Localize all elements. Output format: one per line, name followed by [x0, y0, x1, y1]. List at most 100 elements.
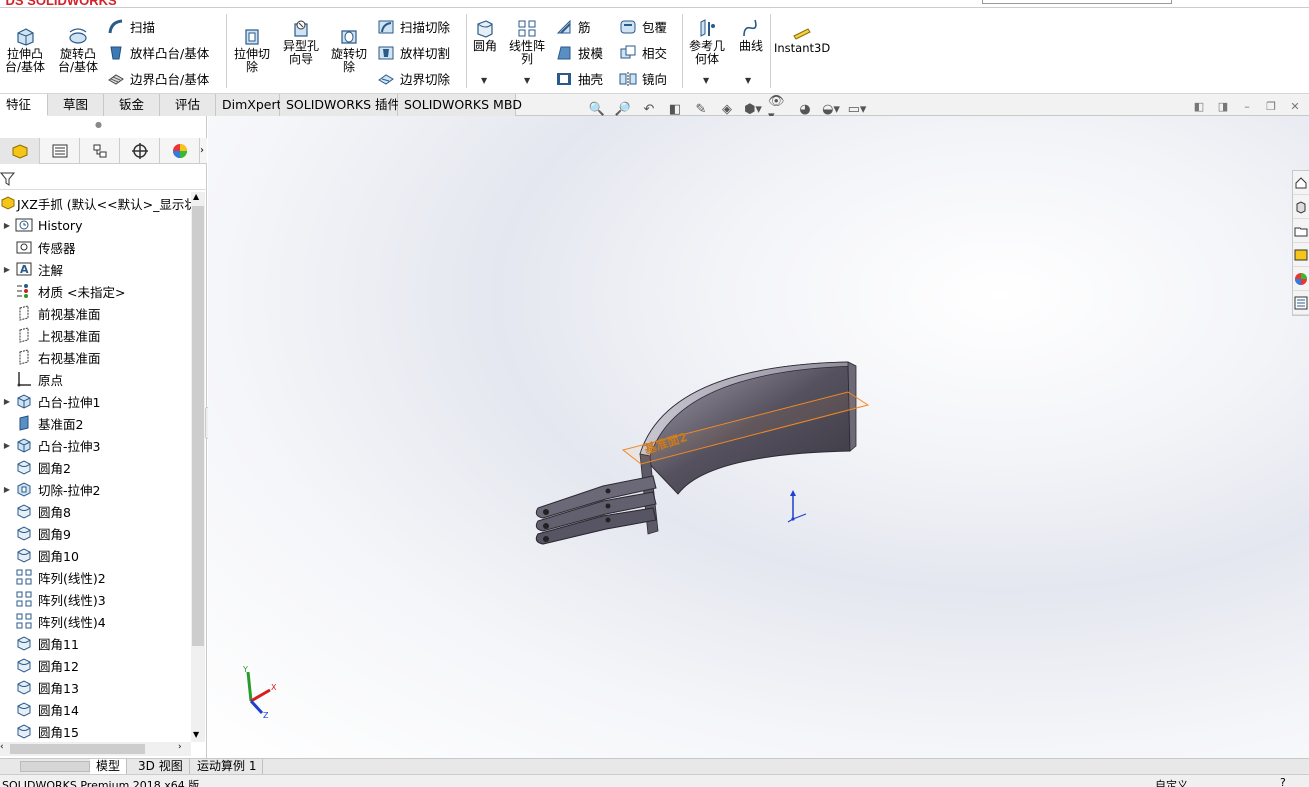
instant3d-button[interactable]: Instant3D [774, 26, 830, 55]
graphics-area[interactable]: 基准面2 Y X Z [208, 116, 1309, 758]
tab-dimxpert[interactable]: DimXpert [216, 94, 282, 116]
tree-item[interactable]: ▶ 凸台-拉伸3 [0, 434, 191, 456]
tab-scroll-buttons[interactable] [20, 761, 90, 772]
gripper-finger-part[interactable] [535, 361, 857, 545]
scroll-left-icon[interactable]: ‹ [0, 742, 4, 752]
tree-item[interactable]: 原点 [0, 368, 191, 390]
tile-left-icon[interactable]: ◧ [1191, 100, 1207, 116]
tree-item[interactable]: 圆角9 [0, 522, 191, 544]
expand-arrow-icon[interactable]: ▶ [0, 265, 14, 274]
expand-arrow-icon[interactable]: ▶ [0, 221, 14, 230]
expand-arrow-icon[interactable]: ▶ [0, 397, 14, 406]
expand-arrow-icon[interactable]: ▶ [0, 441, 14, 450]
scroll-down-icon[interactable]: ▼ [193, 730, 199, 739]
filter-icon[interactable] [0, 171, 16, 187]
scroll-thumb[interactable] [192, 206, 204, 646]
tab-evaluate[interactable]: 评估 [160, 94, 216, 116]
hole-wizard-button[interactable]: 异型孔 向导 [278, 18, 324, 66]
tree-item[interactable]: 圆角2 [0, 456, 191, 478]
tab-solidworks-mbd[interactable]: SOLIDWORKS MBD [398, 94, 522, 116]
swept-cut-button[interactable]: 扫描切除 [377, 17, 450, 36]
tab-sketch[interactable]: 草图 [48, 94, 104, 116]
configuration-manager-tab-icon[interactable] [80, 138, 120, 164]
tree-item[interactable]: 圆角8 [0, 500, 191, 522]
tree-item[interactable]: 圆角15 [0, 720, 191, 742]
tree-horizontal-scrollbar[interactable]: ‹ › [0, 742, 191, 756]
tree-item[interactable]: 阵列(线性)4 [0, 610, 191, 632]
revolve-cut-button[interactable]: 旋转切 除 [328, 26, 370, 74]
loft-boss-button[interactable]: 放样凸台/基体 [107, 43, 209, 62]
hscroll-thumb[interactable] [10, 744, 145, 754]
close-icon[interactable]: ✕ [1287, 100, 1303, 116]
status-units-dropdown[interactable]: 自定义 [1155, 777, 1188, 787]
tree-item[interactable]: 阵列(线性)3 [0, 588, 191, 610]
panel-grip[interactable]: ● [95, 120, 102, 129]
boundary-boss-button[interactable]: 边界凸台/基体 [107, 69, 209, 88]
tab-3d-view[interactable]: 3D 视图 [132, 759, 190, 775]
design-library-icon[interactable] [1293, 195, 1309, 219]
tree-item[interactable]: 上视基准面 [0, 324, 191, 346]
tree-item[interactable]: 圆角14 [0, 698, 191, 720]
pattern-dropdown[interactable]: ▼ [524, 76, 530, 85]
tree-item[interactable]: ▶ A 注解 [0, 258, 191, 280]
fillet-icon [14, 678, 34, 696]
curves-button[interactable]: 曲线 [734, 18, 768, 53]
shell-button[interactable]: 抽壳 [555, 69, 603, 88]
tile-right-icon[interactable]: ◨ [1215, 100, 1231, 116]
tree-vertical-scrollbar[interactable]: ▲ ▼ [191, 192, 205, 742]
tab-sheet-metal[interactable]: 钣金 [104, 94, 160, 116]
ref-geometry-dropdown[interactable]: ▼ [703, 76, 709, 85]
expand-arrow-icon[interactable]: ▶ [0, 485, 14, 494]
tree-item[interactable]: 传感器 [0, 236, 191, 258]
help-icon[interactable]: ? [1280, 776, 1286, 787]
property-manager-tab-icon[interactable] [40, 138, 80, 164]
tree-item[interactable]: 阵列(线性)2 [0, 566, 191, 588]
tab-features[interactable]: 特征 [0, 94, 48, 116]
extrude-boss-button[interactable]: 拉伸凸 台/基体 [3, 26, 47, 74]
linear-pattern-button[interactable]: 线性阵 列 [506, 18, 548, 66]
tree-item[interactable]: 基准面2 [0, 412, 191, 434]
scroll-right-icon[interactable]: › [178, 742, 182, 752]
wrap-button[interactable]: 包覆 [619, 17, 667, 36]
tree-item[interactable]: 圆角10 [0, 544, 191, 566]
solidworks-resources-icon[interactable] [1293, 171, 1309, 195]
fillet-dropdown[interactable]: ▼ [481, 76, 487, 85]
ribbon-separator [466, 14, 467, 88]
extrude-cut-button[interactable]: 拉伸切 除 [230, 26, 274, 74]
tree-item[interactable]: ▶ 切除-拉伸2 [0, 478, 191, 500]
tree-item[interactable]: 圆角13 [0, 676, 191, 698]
rib-button[interactable]: 筋 [555, 17, 591, 36]
tree-item[interactable]: ▶ History [0, 214, 191, 236]
tab-motion-study-1[interactable]: 运动算例 1 [191, 759, 264, 775]
file-explorer-icon[interactable] [1293, 219, 1309, 243]
curves-dropdown[interactable]: ▼ [745, 76, 751, 85]
feature-manager-tab-icon[interactable] [0, 138, 40, 164]
draft-button[interactable]: 拔模 [555, 43, 603, 62]
fillet-button[interactable]: 圆角 [470, 18, 500, 53]
tree-item[interactable]: 右视基准面 [0, 346, 191, 368]
custom-properties-icon[interactable] [1293, 291, 1309, 315]
tree-item[interactable]: 材质 <未指定> [0, 280, 191, 302]
tree-item[interactable]: 圆角11 [0, 632, 191, 654]
mirror-button[interactable]: 镜向 [619, 69, 667, 88]
sweep-button[interactable]: 扫描 [107, 17, 155, 36]
appearances-icon[interactable] [1293, 267, 1309, 291]
tree-item[interactable]: ▶ 凸台-拉伸1 [0, 390, 191, 412]
minimize-icon[interactable]: – [1239, 100, 1255, 116]
view-palette-icon[interactable] [1293, 243, 1309, 267]
panel-tabs-more-icon[interactable]: › [200, 138, 207, 163]
reference-geometry-button[interactable]: 参考几 何体 [686, 18, 728, 66]
boundary-cut-button[interactable]: 边界切除 [377, 69, 450, 88]
intersect-button[interactable]: 相交 [619, 43, 667, 62]
tab-model[interactable]: 模型 [90, 759, 128, 775]
revolve-boss-button[interactable]: 旋转凸 台/基体 [55, 26, 101, 74]
tab-solidworks-addins[interactable]: SOLIDWORKS 插件 [280, 94, 400, 116]
tree-item[interactable]: 前视基准面 [0, 302, 191, 324]
display-manager-tab-icon[interactable] [160, 138, 200, 164]
search-input[interactable] [982, 0, 1172, 4]
lofted-cut-button[interactable]: 放样切割 [377, 43, 450, 62]
scroll-up-icon[interactable]: ▲ [193, 192, 199, 201]
tree-item[interactable]: 圆角12 [0, 654, 191, 676]
dimxpert-manager-tab-icon[interactable] [120, 138, 160, 164]
restore-icon[interactable]: ❐ [1263, 100, 1279, 116]
